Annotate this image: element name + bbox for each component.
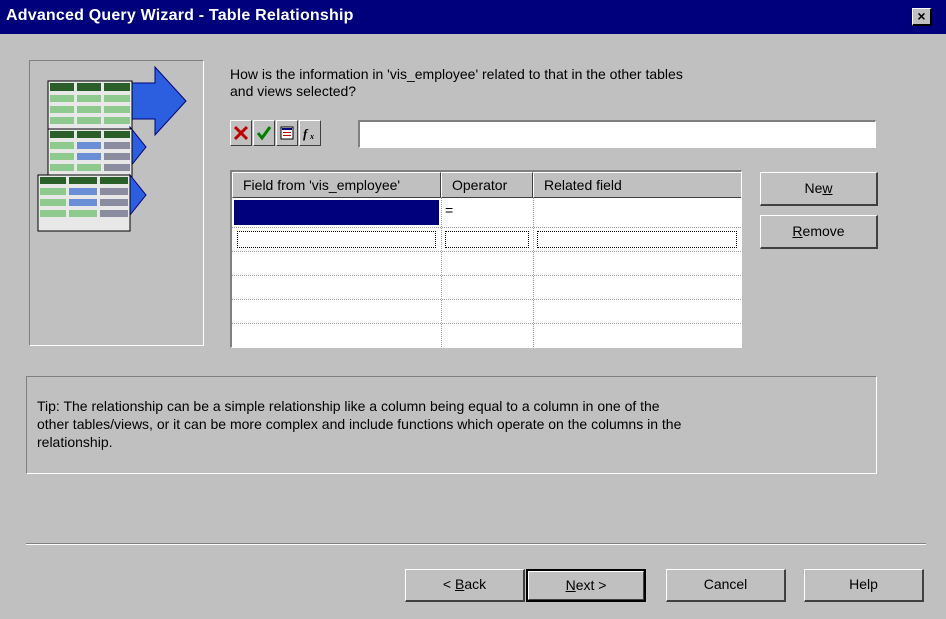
question-line-1: How is the information in 'vis_employee'… [230,66,683,82]
svg-text:x: x [309,132,314,141]
title-bar: Advanced Query Wizard - Table Relationsh… [0,0,946,34]
grid-divider [232,275,741,276]
column-header-related-field[interactable]: Related field [533,172,741,198]
new-row-related-cell[interactable] [537,231,737,248]
close-button[interactable]: × [912,8,932,26]
tip-line-2: other tables/views, or it can be more co… [37,416,682,432]
remove-button[interactable]: Remove [760,215,878,249]
question-line-2: and views selected? [230,83,357,99]
grid-divider [441,198,442,347]
tip-box: Tip: The relationship can be a simple re… [26,376,877,474]
cancel-edit-button[interactable] [230,120,252,146]
new-button[interactable]: New [760,172,878,206]
selected-field-cell[interactable] [234,200,439,225]
relationship-question: How is the information in 'vis_employee'… [230,66,830,100]
list-icon [280,126,294,140]
grid-divider [232,251,741,252]
tip-line-3: relationship. [37,434,113,450]
window-title: Advanced Query Wizard - Table Relationsh… [6,7,354,24]
separator [26,543,926,545]
back-button[interactable]: < Back [405,569,525,602]
new-row-field-cell[interactable] [237,231,436,248]
tables-relationship-illustration [37,65,187,232]
new-row-operator-cell[interactable] [445,231,529,248]
operator-cell[interactable]: = [445,202,453,218]
tip-text: Tip: The relationship can be a simple re… [37,397,857,451]
tip-line-1: Tip: The relationship can be a simple re… [37,398,660,414]
column-header-operator[interactable]: Operator [441,172,533,198]
function-button[interactable]: f x [299,120,321,146]
cancel-x-icon [233,125,249,141]
grid-divider [232,227,741,228]
expression-input[interactable] [358,120,876,148]
help-button[interactable]: Help [804,569,924,602]
cancel-button[interactable]: Cancel [666,569,786,602]
grid-divider [232,299,741,300]
column-header-field[interactable]: Field from 'vis_employee' [232,172,441,198]
column-list-button[interactable] [276,120,298,146]
svg-text:f: f [303,126,309,141]
accept-edit-button[interactable] [253,120,275,146]
function-icon: f x [303,126,314,141]
grid-divider [533,198,534,347]
relationship-grid[interactable]: Field from 'vis_employee' Operator Relat… [230,170,742,348]
wizard-image-panel [29,60,204,346]
accept-check-icon [256,126,272,141]
grid-divider [232,323,741,324]
close-icon: × [917,8,926,24]
next-button[interactable]: Next > [526,569,646,602]
